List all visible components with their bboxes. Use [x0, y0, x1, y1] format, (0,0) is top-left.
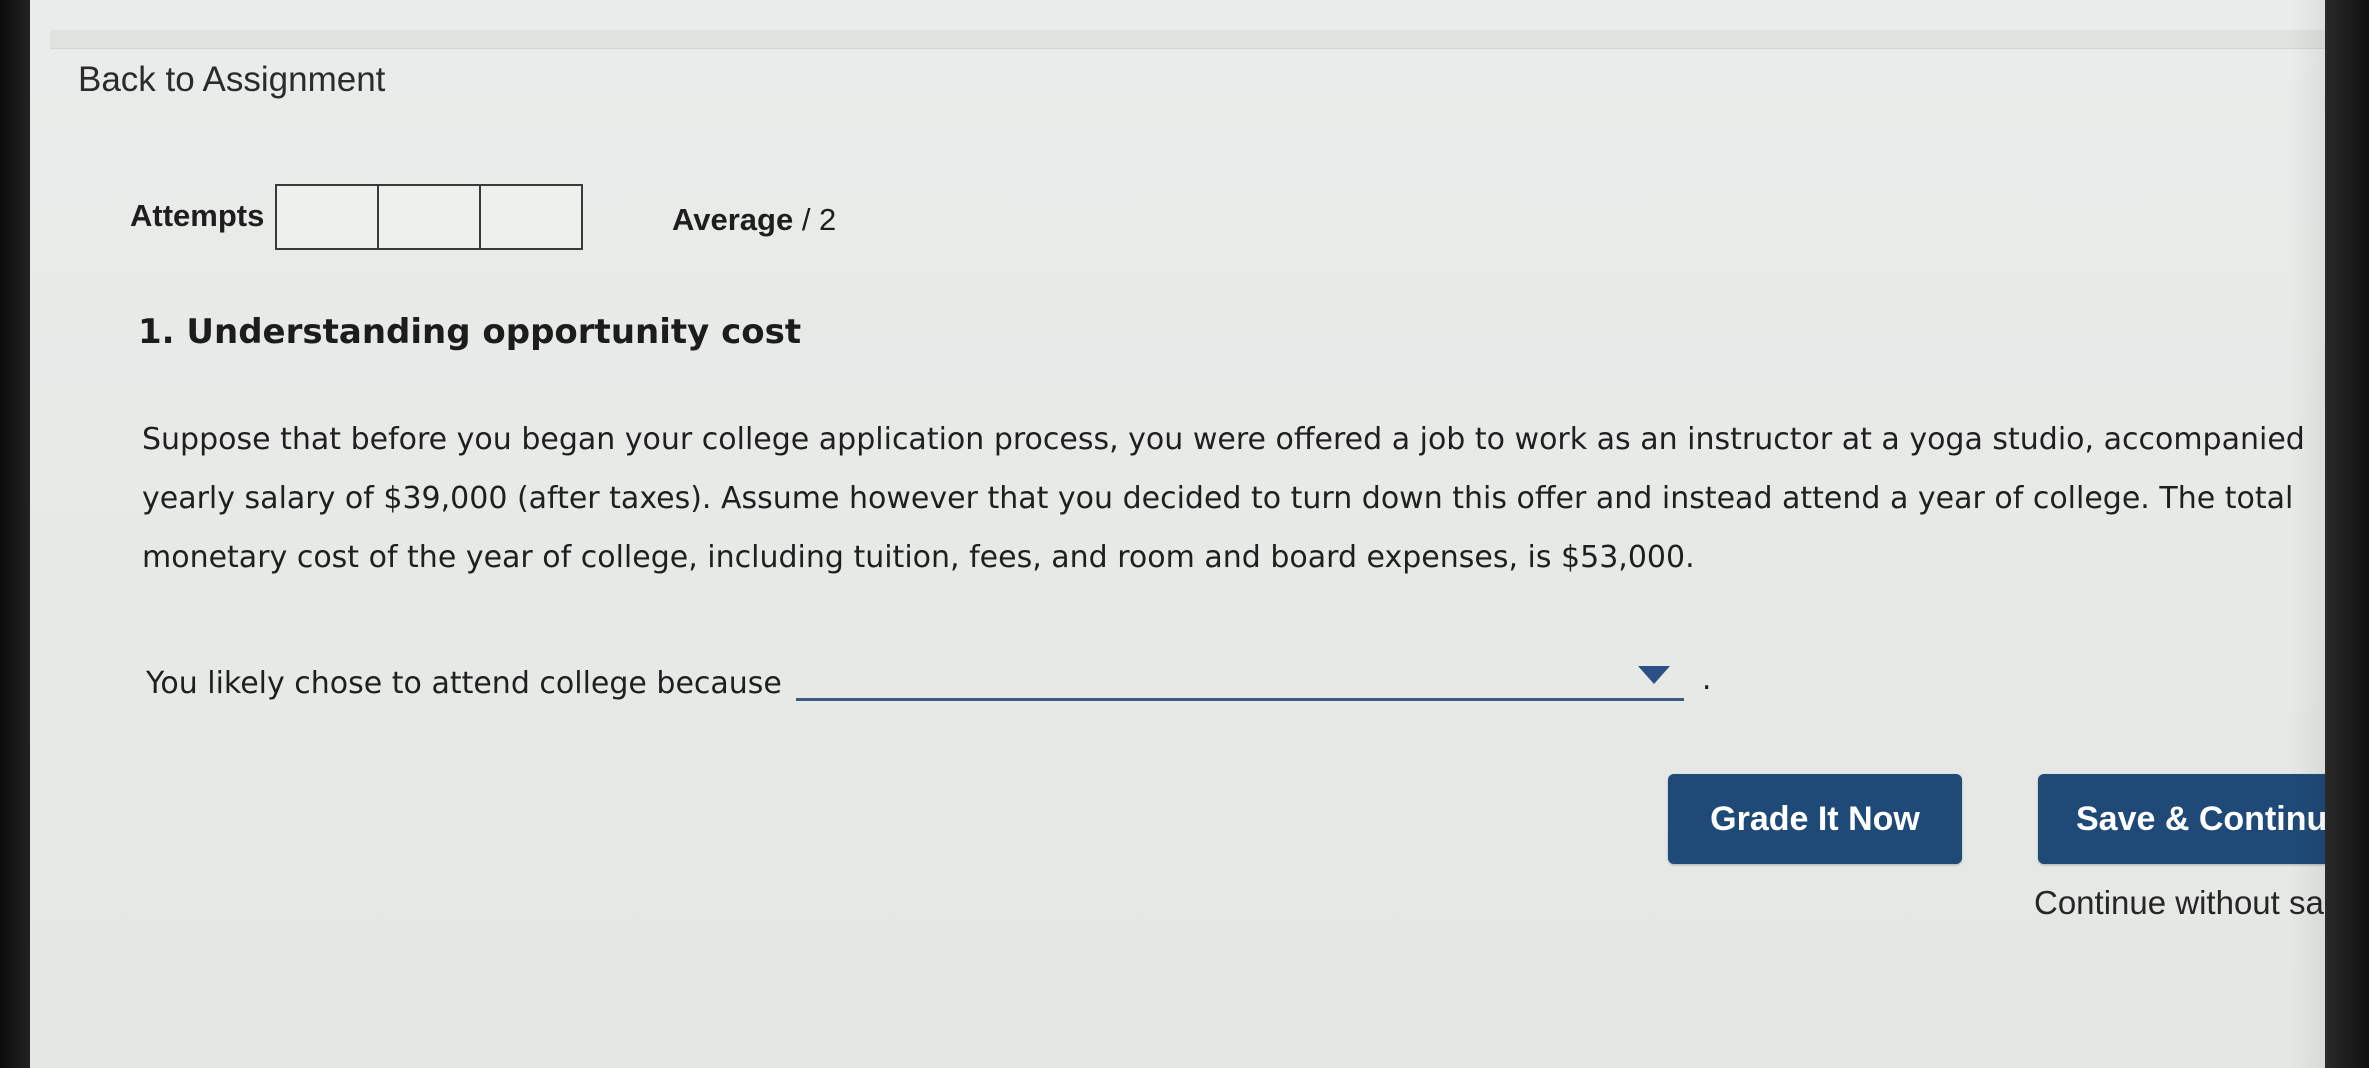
question-body-line: Suppose that before you began your colle…	[142, 422, 2305, 457]
top-divider	[50, 30, 2326, 49]
screen-edge-shade	[2290, 0, 2326, 1068]
grade-it-now-button[interactable]: Grade It Now	[1668, 774, 1962, 864]
attempts-indicator	[275, 184, 583, 250]
assignment-screen: Back to Assignment Attempts Average / 2 …	[30, 0, 2326, 1068]
attempts-label: Attempts	[130, 198, 265, 233]
attempt-box	[277, 186, 379, 248]
back-to-assignment-link[interactable]: Back to Assignment	[78, 60, 385, 100]
save-and-continue-button[interactable]: Save & Continu	[2038, 774, 2326, 864]
chevron-down-icon	[1637, 666, 1670, 684]
average-score: Average / 2	[672, 202, 836, 238]
answer-dropdown[interactable]	[795, 650, 1684, 701]
prompt-end: .	[1701, 662, 1712, 697]
question-body-line: monetary cost of the year of college, in…	[142, 540, 1695, 575]
question-title: 1. Understanding opportunity cost	[138, 312, 802, 352]
average-value: / 2	[801, 202, 837, 237]
answer-prompt: You likely chose to attend college becau…	[146, 666, 782, 701]
continue-without-saving-link[interactable]: Continue without sa	[2034, 884, 2326, 922]
question-body: Suppose that before you began your colle…	[142, 410, 2326, 587]
monitor-bezel-right	[2325, 0, 2369, 1068]
answer-prompt-row: You likely chose to attend college becau…	[146, 650, 1711, 701]
attempt-box	[379, 186, 481, 248]
question-body-line: yearly salary of $39,000 (after taxes). …	[142, 481, 2294, 516]
attempt-box	[481, 186, 581, 248]
average-label: Average	[672, 202, 794, 237]
